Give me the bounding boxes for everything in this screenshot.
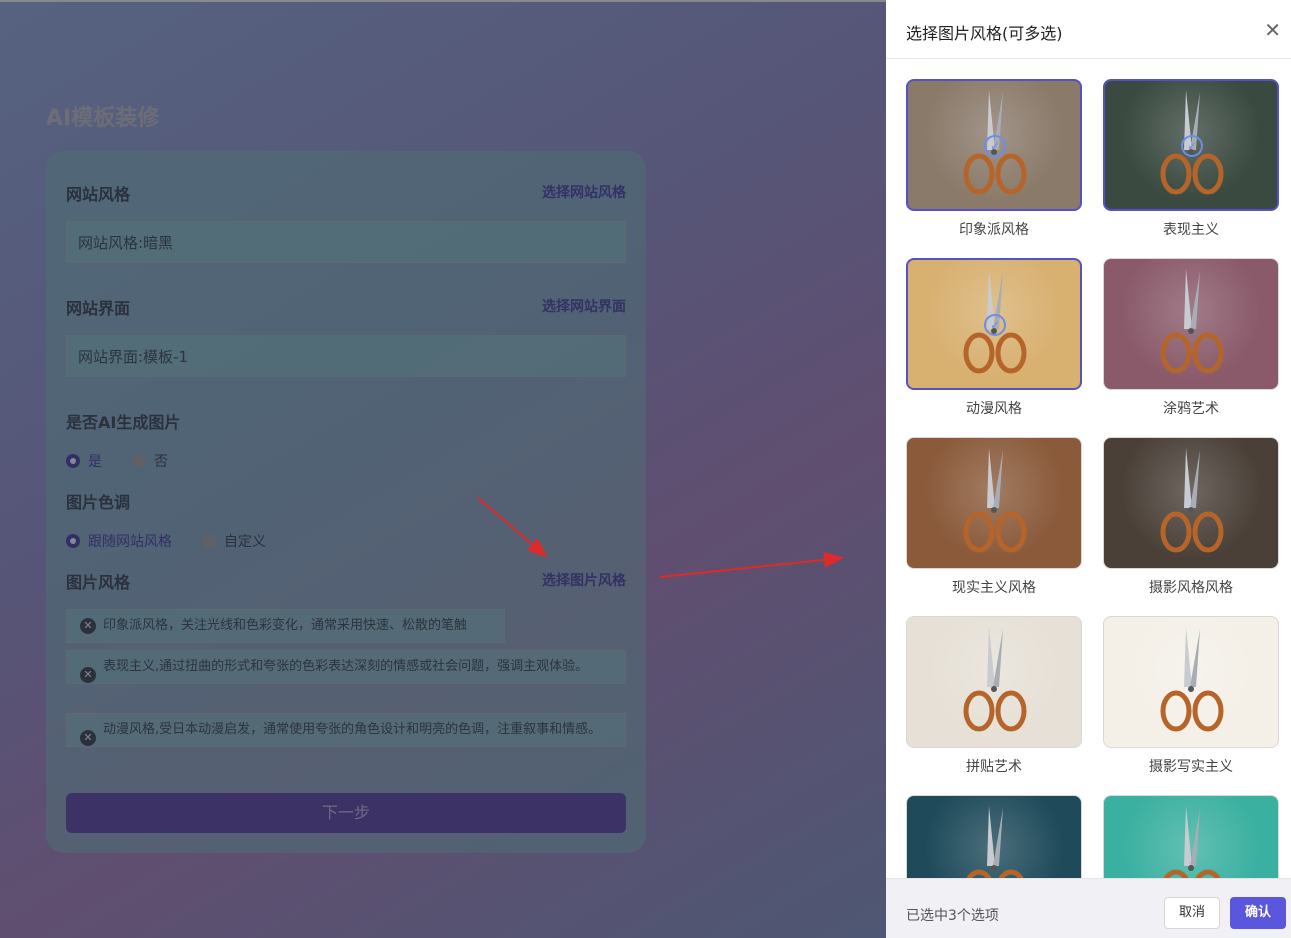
modal-overlay[interactable] bbox=[0, 0, 886, 938]
close-icon[interactable]: ✕ bbox=[1264, 18, 1281, 42]
style-option-name: 印象派风格 bbox=[959, 222, 1029, 238]
check-icon: ✓ bbox=[984, 135, 1006, 157]
drawer-footer: 已选中3个选项 取消 确认 bbox=[886, 878, 1291, 938]
style-option-name: 表现主义 bbox=[1163, 222, 1219, 238]
scissors-icon bbox=[1160, 269, 1224, 374]
style-option[interactable]: 现实主义风格 bbox=[906, 437, 1082, 597]
drawer-title: 选择图片风格(可多选) bbox=[906, 24, 1063, 43]
confirm-button[interactable]: 确认 bbox=[1230, 897, 1286, 929]
style-thumbnail[interactable] bbox=[906, 795, 1082, 878]
scissors-icon bbox=[1160, 448, 1224, 553]
drawer-header: 选择图片风格(可多选) ✕ bbox=[886, 0, 1291, 59]
style-option[interactable]: 涂鸦艺术 bbox=[1103, 258, 1279, 418]
check-icon: ✓ bbox=[984, 314, 1006, 336]
style-option[interactable] bbox=[1103, 795, 1279, 878]
style-option[interactable]: 摄影写实主义 bbox=[1103, 616, 1279, 776]
style-option-name: 动漫风格 bbox=[966, 401, 1022, 417]
style-thumbnail[interactable] bbox=[1103, 616, 1279, 748]
style-thumbnail[interactable] bbox=[906, 616, 1082, 748]
style-thumbnail[interactable]: ✓ bbox=[1103, 79, 1279, 211]
style-option-name: 涂鸦艺术 bbox=[1163, 401, 1219, 417]
style-option-name: 现实主义风格 bbox=[952, 580, 1036, 596]
style-option[interactable]: ✓ 表现主义 bbox=[1103, 79, 1279, 239]
style-thumbnail[interactable] bbox=[1103, 795, 1279, 878]
style-option[interactable]: ✓ 动漫风格 bbox=[906, 258, 1082, 418]
style-option-name: 摄影写实主义 bbox=[1149, 759, 1233, 775]
scissors-icon bbox=[963, 627, 1027, 732]
style-grid: ✓ 印象派风格 ✓ 表现主义 ✓ 动漫风格 涂鸦艺术现实主义风格 摄影风格风格拼贴艺术 摄影写实… bbox=[886, 60, 1291, 878]
cancel-button[interactable]: 取消 bbox=[1164, 897, 1220, 929]
style-picker-drawer: 选择图片风格(可多选) ✕ ✓ 印象派风格 ✓ 表现主义 ✓ 动漫风格 涂鸦艺术现实主义风格… bbox=[886, 0, 1291, 938]
style-thumbnail[interactable] bbox=[1103, 437, 1279, 569]
style-thumbnail[interactable]: ✓ bbox=[906, 79, 1082, 211]
style-option-name: 拼贴艺术 bbox=[966, 759, 1022, 775]
style-thumbnail[interactable]: ✓ bbox=[906, 258, 1082, 390]
style-option-name: 摄影风格风格 bbox=[1149, 580, 1233, 596]
style-option[interactable]: ✓ 印象派风格 bbox=[906, 79, 1082, 239]
style-thumbnail[interactable] bbox=[906, 437, 1082, 569]
style-option[interactable] bbox=[906, 795, 1082, 878]
scissors-icon bbox=[966, 806, 1024, 878]
selected-count: 已选中3个选项 bbox=[906, 908, 999, 924]
scissors-icon bbox=[1163, 806, 1221, 878]
style-option[interactable]: 拼贴艺术 bbox=[906, 616, 1082, 776]
scissors-icon bbox=[1160, 627, 1224, 732]
style-option[interactable]: 摄影风格风格 bbox=[1103, 437, 1279, 597]
check-icon: ✓ bbox=[1181, 135, 1203, 157]
scissors-icon bbox=[963, 448, 1027, 553]
style-thumbnail[interactable] bbox=[1103, 258, 1279, 390]
